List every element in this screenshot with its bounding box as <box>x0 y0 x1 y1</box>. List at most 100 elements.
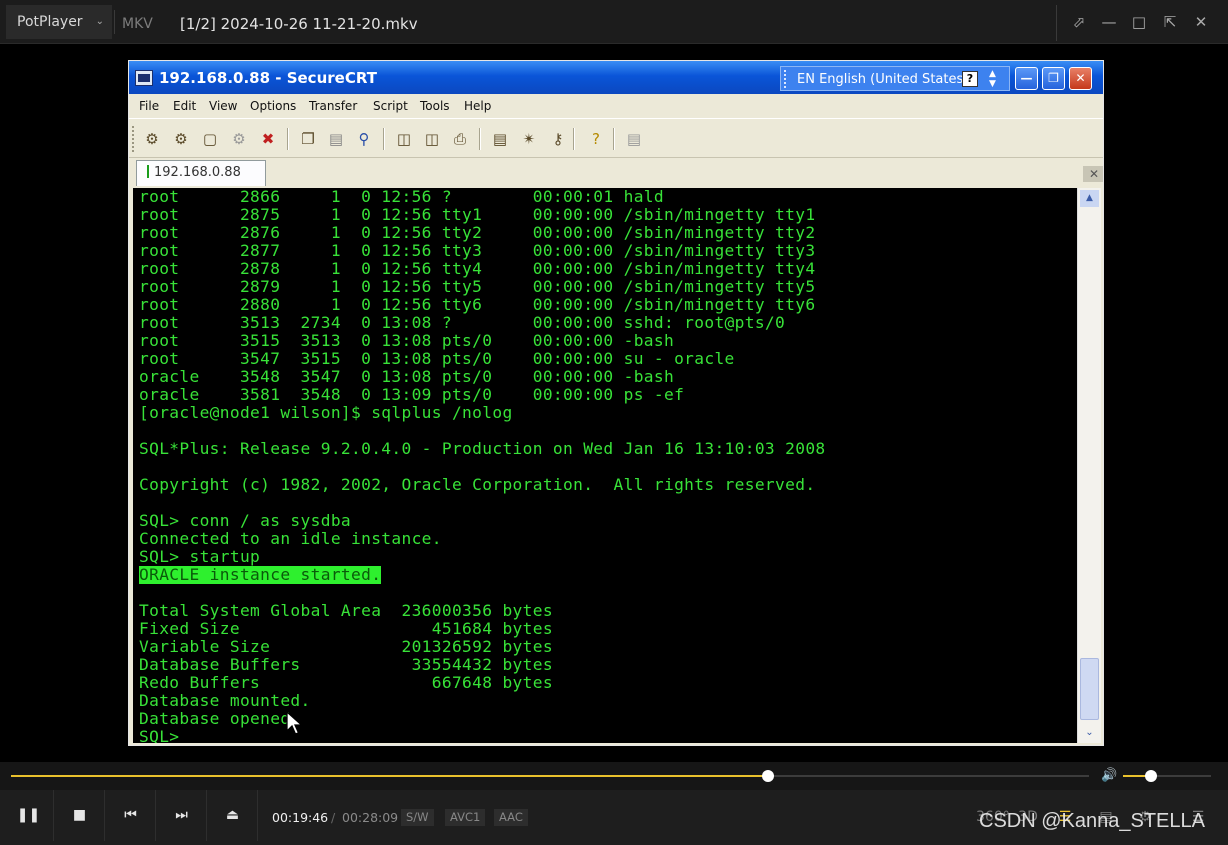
connect-tab-icon[interactable]: ▢ <box>201 130 219 148</box>
quick-connect-icon[interactable]: ⚙ <box>172 130 190 148</box>
connect-icon[interactable]: ⚙ <box>143 130 161 148</box>
session-tab[interactable]: 192.168.0.88 <box>136 160 266 186</box>
pin-icon[interactable]: ⬀ <box>1066 9 1092 35</box>
keymap-icon[interactable]: ⚷ <box>549 130 567 148</box>
minimize-icon[interactable]: — <box>1096 9 1122 35</box>
terminal-line: Database opened. <box>139 709 301 728</box>
stop-button[interactable]: ■ <box>55 790 105 841</box>
terminal-line: root 2876 1 0 12:56 tty2 00:00:00 /sbin/… <box>139 223 816 242</box>
language-bar[interactable]: EN English (United States) ? ▲ ▼ <box>780 66 1010 91</box>
terminal-line: Database mounted. <box>139 691 311 710</box>
terminal-line: root 3513 2734 0 13:08 ? 00:00:00 sshd: … <box>139 313 786 332</box>
toolbar-separator <box>287 128 288 150</box>
seekbar-area: 🔊 <box>0 762 1228 790</box>
tab-close-icon[interactable]: ✕ <box>1083 166 1103 182</box>
crt-close-icon[interactable]: ✕ <box>1069 67 1092 90</box>
scroll-down-icon[interactable]: ⌄ <box>1080 724 1099 741</box>
terminal-line: root 3515 3513 0 13:08 pts/0 00:00:00 -b… <box>139 331 675 350</box>
language-indicator[interactable]: EN English (United States) <box>797 67 968 92</box>
csdn-watermark: CSDN @Kanna_STELLA <box>979 810 1205 832</box>
crt-tabbar: 192.168.0.88 ✕ <box>129 158 1103 188</box>
maximize-icon[interactable]: □ <box>1126 9 1152 35</box>
decoder-badge[interactable]: S/W <box>401 809 434 826</box>
terminal-line: root 2878 1 0 12:56 tty4 00:00:00 /sbin/… <box>139 259 816 278</box>
mouse-cursor-icon <box>286 711 304 735</box>
titlebar-divider <box>114 10 115 34</box>
menu-view[interactable]: View <box>209 94 237 118</box>
terminal-line: root 2880 1 0 12:56 tty6 00:00:00 /sbin/… <box>139 295 816 314</box>
help-icon[interactable]: ? <box>962 71 978 87</box>
paste-icon[interactable]: ▤ <box>327 130 345 148</box>
menu-script[interactable]: Script <box>373 94 408 118</box>
terminal-line: SQL*Plus: Release 9.2.0.4.0 - Production… <box>139 439 826 458</box>
find-icon[interactable]: ⚲ <box>355 130 373 148</box>
seek-handle[interactable] <box>761 770 774 782</box>
menu-help[interactable]: Help <box>464 94 491 118</box>
toolbar-separator <box>573 128 574 150</box>
audio-codec-badge[interactable]: AAC <box>494 809 528 826</box>
pause-button[interactable]: ❚❚ <box>4 790 54 841</box>
eject-button[interactable]: ⏏ <box>208 790 258 841</box>
volume-slider[interactable] <box>1123 770 1211 782</box>
terminal-line: SQL> <box>139 727 180 744</box>
volume-icon[interactable]: 🔊 <box>1101 767 1117 785</box>
seek-bar[interactable] <box>11 770 1089 782</box>
next-button[interactable]: ⏭ <box>157 790 207 841</box>
terminal-line: root 2866 1 0 12:56 ? 00:00:01 hald <box>139 188 664 206</box>
terminal-line: Total System Global Area 236000356 bytes <box>139 601 553 620</box>
terminal-line: Database Buffers 33554432 bytes <box>139 655 553 674</box>
terminal-line: SQL> startup <box>139 547 261 566</box>
sftp-icon[interactable]: ▤ <box>625 130 643 148</box>
global-options-icon[interactable]: ✴ <box>520 130 538 148</box>
menu-file[interactable]: File <box>139 94 159 118</box>
language-options-icon[interactable]: ▲ ▼ <box>989 69 996 89</box>
copy-icon[interactable]: ❐ <box>299 130 317 148</box>
crt-window-title: 192.168.0.88 - SecureCRT <box>159 69 377 87</box>
securecrt-app-icon <box>135 70 153 86</box>
terminal-line: oracle 3581 3548 0 13:09 pts/0 00:00:00 … <box>139 385 685 404</box>
player-menu-button[interactable]: PotPlayer ⌄ <box>6 5 112 39</box>
print-selection-icon[interactable]: ◫ <box>423 130 441 148</box>
terminal-line: oracle 3548 3547 0 13:08 pts/0 00:00:00 … <box>139 367 675 386</box>
video-codec-badge[interactable]: AVC1 <box>445 809 486 826</box>
chevron-down-icon: ⌄ <box>95 16 104 27</box>
menu-tools[interactable]: Tools <box>420 94 450 118</box>
scroll-up-icon[interactable]: ▲ <box>1080 190 1099 207</box>
session-tab-label: 192.168.0.88 <box>154 165 241 180</box>
toolbar-grip <box>132 126 135 152</box>
terminal-line: Copyright (c) 1982, 2002, Oracle Corpora… <box>139 475 816 494</box>
toolbar-separator <box>479 128 480 150</box>
terminal-scrollbar[interactable]: ▲ ⌄ <box>1077 188 1101 743</box>
terminal-line: root 3547 3515 0 13:08 pts/0 00:00:00 su… <box>139 349 735 368</box>
crt-restore-icon[interactable]: ❐ <box>1042 67 1065 90</box>
menu-options[interactable]: Options <box>250 94 296 118</box>
volume-handle[interactable] <box>1145 770 1158 782</box>
scrollbar-thumb[interactable] <box>1080 658 1099 720</box>
reconnect-icon[interactable]: ⚙ <box>230 130 248 148</box>
current-time: 00:19:46 <box>272 810 329 825</box>
language-bar-grip <box>784 70 788 88</box>
menu-transfer[interactable]: Transfer <box>309 94 357 118</box>
session-options-icon[interactable]: ▤ <box>491 130 509 148</box>
crt-titlebar: 192.168.0.88 - SecureCRT EN English (Uni… <box>129 61 1103 94</box>
player-titlebar: PotPlayer ⌄ MKV [1/2] 2024-10-26 11-21-2… <box>0 0 1228 44</box>
close-icon[interactable]: ✕ <box>1188 9 1214 35</box>
terminal-line: [oracle@node1 wilson]$ sqlplus /nolog <box>139 403 513 422</box>
terminal-line: Fixed Size 451684 bytes <box>139 619 553 638</box>
previous-button[interactable]: ⏮ <box>106 790 156 841</box>
total-time: 00:28:09 <box>342 810 399 825</box>
help-topics-icon[interactable]: ? <box>587 130 605 148</box>
print-screen-icon[interactable]: ◫ <box>395 130 413 148</box>
connected-status-icon <box>147 165 149 178</box>
fullscreen-icon[interactable]: ⇱ <box>1157 9 1183 35</box>
crt-toolbar: ⚙ ⚙ ▢ ⚙ ✖ ❐ ▤ ⚲ ◫ ◫ ⎙ ▤ ✴ ⚷ ? ▤ <box>129 118 1103 158</box>
print-icon[interactable]: ⎙ <box>451 130 469 148</box>
menu-edit[interactable]: Edit <box>173 94 196 118</box>
terminal-line: root 2879 1 0 12:56 tty5 00:00:00 /sbin/… <box>139 277 816 296</box>
terminal-screen[interactable]: root 2866 1 0 12:56 ? 00:00:01 hald root … <box>133 188 1077 743</box>
terminal-line: root 2875 1 0 12:56 tty1 00:00:00 /sbin/… <box>139 205 816 224</box>
time-separator: / <box>331 810 336 825</box>
crt-minimize-icon[interactable]: — <box>1015 67 1038 90</box>
terminal-line: root 2877 1 0 12:56 tty3 00:00:00 /sbin/… <box>139 241 816 260</box>
disconnect-icon[interactable]: ✖ <box>259 130 277 148</box>
